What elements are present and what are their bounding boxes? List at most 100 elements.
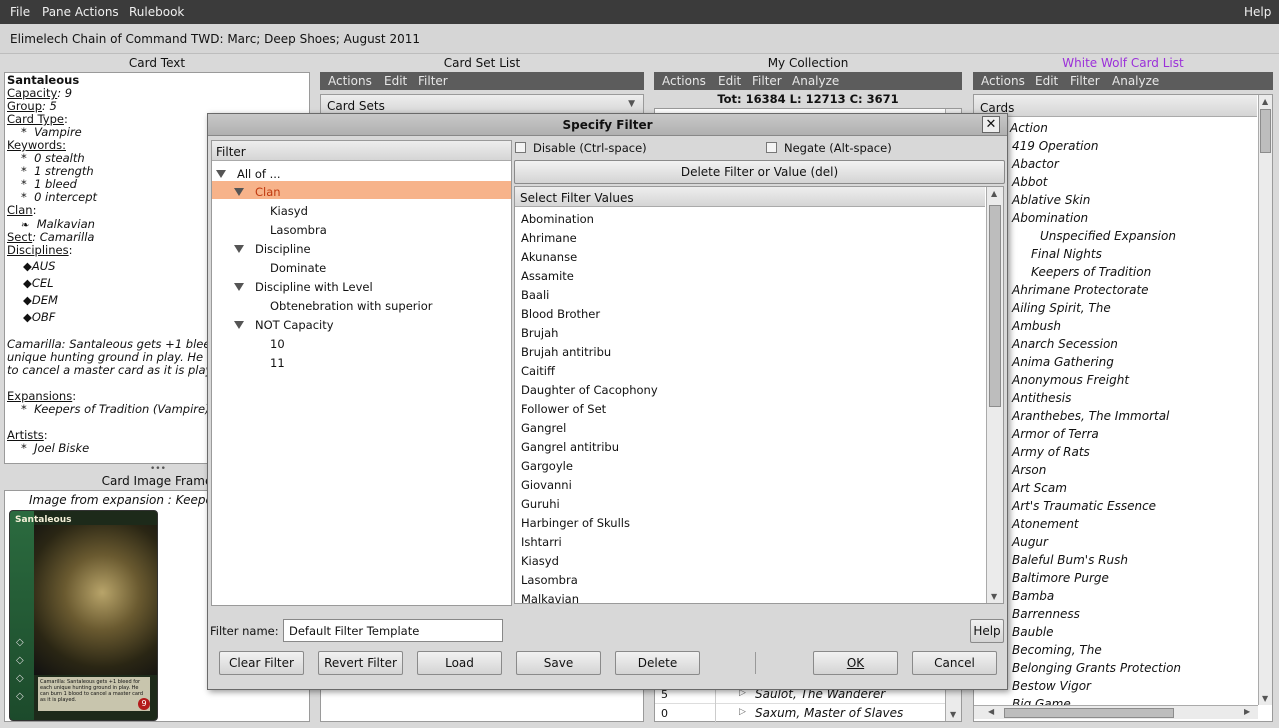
list-item[interactable]: Caitiff — [521, 364, 555, 378]
ww-actions-menu[interactable]: Actions — [981, 74, 1025, 88]
list-item[interactable]: Augur — [1012, 535, 1048, 549]
ww-card-list[interactable]: Cards Action 419 Operation Abactor Abbot Abl… — [973, 94, 1273, 722]
list-item[interactable]: Abactor — [1012, 157, 1059, 171]
list-item[interactable]: Baleful Bum's Rush — [1012, 553, 1128, 567]
card-set-edit-menu[interactable]: Edit — [384, 74, 407, 88]
list-item[interactable]: Anonymous Freight — [1012, 373, 1129, 387]
scroll-up-icon[interactable]: ▲ — [991, 189, 997, 198]
list-item[interactable]: Becoming, The — [1012, 643, 1102, 657]
splitter-handle[interactable]: ••• — [150, 464, 166, 474]
tree-item-value[interactable]: Kiasyd — [270, 204, 308, 218]
list-item[interactable]: Akunanse — [521, 250, 577, 264]
list-item[interactable]: Bestow Vigor — [1012, 679, 1091, 693]
ww-scrollbar-horizontal[interactable]: ◀ ▶ — [974, 705, 1258, 719]
ww-cards-header[interactable]: Cards — [974, 95, 1257, 117]
scroll-down-icon[interactable]: ▼ — [991, 592, 997, 601]
list-item[interactable]: Gargoyle — [521, 459, 573, 473]
list-item[interactable]: Bauble — [1012, 625, 1054, 639]
list-item[interactable]: Armor of Terra — [1012, 427, 1099, 441]
list-item[interactable]: Final Nights — [1031, 247, 1102, 261]
list-item[interactable]: Army of Rats — [1012, 445, 1090, 459]
expanded-triangle-icon[interactable] — [216, 170, 226, 178]
list-item[interactable]: Barrenness — [1012, 607, 1080, 621]
tree-item-value[interactable]: Obtenebration with superior — [270, 299, 432, 313]
card-set-actions-menu[interactable]: Actions — [328, 74, 372, 88]
collection-analyze-menu[interactable]: Analyze — [792, 74, 839, 88]
list-item[interactable]: Malkavian — [521, 592, 579, 603]
filter-values-scrollbar[interactable]: ▲ ▼ — [986, 187, 1003, 603]
menu-help[interactable]: Help — [1244, 5, 1271, 19]
tree-item-all-of[interactable]: All of ... — [216, 167, 281, 181]
expanded-triangle-icon[interactable] — [234, 245, 244, 253]
list-item[interactable]: Atonement — [1012, 517, 1079, 531]
list-item[interactable]: Daughter of Cacophony — [521, 383, 658, 397]
ww-edit-menu[interactable]: Edit — [1035, 74, 1058, 88]
list-item[interactable]: Assamite — [521, 269, 574, 283]
cancel-button[interactable]: Cancel — [912, 651, 997, 675]
ww-analyze-menu[interactable]: Analyze — [1112, 74, 1159, 88]
list-item[interactable]: Brujah — [521, 326, 558, 340]
list-item[interactable]: Abomination — [521, 212, 594, 226]
list-item[interactable]: Anima Gathering — [1012, 355, 1114, 369]
tree-item-value[interactable]: Lasombra — [270, 223, 327, 237]
list-item[interactable]: Ailing Spirit, The — [1012, 301, 1111, 315]
filter-values-list[interactable]: Select Filter Values Abomination Ahrimane… — [514, 186, 1004, 604]
scroll-down-icon[interactable]: ▼ — [1262, 694, 1268, 703]
list-item[interactable]: Harbinger of Skulls — [521, 516, 630, 530]
scroll-up-icon[interactable]: ▲ — [1262, 97, 1268, 106]
menu-pane-actions[interactable]: Pane Actions — [42, 5, 119, 19]
ok-button[interactable]: OK — [813, 651, 898, 675]
list-item[interactable]: Action — [1010, 121, 1048, 135]
list-item[interactable]: Keepers of Tradition — [1031, 265, 1151, 279]
list-item[interactable]: Gangrel — [521, 421, 566, 435]
list-item[interactable]: Guruhi — [521, 497, 560, 511]
delete-button[interactable]: Delete — [615, 651, 700, 675]
list-item[interactable]: Ahrimane Protectorate — [1012, 283, 1149, 297]
clear-filter-button[interactable]: Clear Filter — [219, 651, 304, 675]
ww-filter-menu[interactable]: Filter — [1070, 74, 1100, 88]
filter-tree[interactable]: Filter All of ... Clan Kiasyd Lasombra D… — [211, 140, 512, 606]
tree-item-value[interactable]: 11 — [270, 356, 285, 370]
negate-checkbox[interactable] — [766, 142, 777, 153]
list-item[interactable]: Lasombra — [521, 573, 578, 587]
revert-filter-button[interactable]: Revert Filter — [318, 651, 403, 675]
collection-filter-menu[interactable]: Filter — [752, 74, 782, 88]
expanded-triangle-icon[interactable] — [234, 321, 244, 329]
list-item[interactable]: Follower of Set — [521, 402, 606, 416]
card-set-filter-menu[interactable]: Filter — [418, 74, 448, 88]
filter-tree-header[interactable]: Filter — [212, 141, 511, 161]
list-item[interactable]: Ahrimane — [521, 231, 577, 245]
list-item[interactable]: 419 Operation — [1012, 139, 1098, 153]
list-item[interactable]: Ishtarri — [521, 535, 562, 549]
ww-hscroll-thumb[interactable] — [1004, 708, 1174, 718]
collection-edit-menu[interactable]: Edit — [718, 74, 741, 88]
tree-item-discipline[interactable]: Discipline — [234, 242, 311, 256]
list-item[interactable]: Bamba — [1012, 589, 1054, 603]
menu-rulebook[interactable]: Rulebook — [129, 5, 184, 19]
tree-item-clan[interactable]: Clan — [234, 185, 281, 199]
list-item[interactable]: Aranthebes, The Immortal — [1012, 409, 1169, 423]
tree-item-value[interactable]: Dominate — [270, 261, 326, 275]
load-button[interactable]: Load — [417, 651, 502, 675]
save-button[interactable]: Save — [516, 651, 601, 675]
tree-item-value[interactable]: 10 — [270, 337, 285, 351]
expanded-triangle-icon[interactable] — [234, 283, 244, 291]
list-item[interactable]: Arson — [1012, 463, 1046, 477]
list-item[interactable]: Anarch Secession — [1012, 337, 1118, 351]
tree-item-discipline-with-level[interactable]: Discipline with Level — [234, 280, 373, 294]
list-item[interactable]: Abbot — [1012, 175, 1048, 189]
list-item[interactable]: Kiasyd — [521, 554, 559, 568]
dialog-title-bar[interactable]: Specify Filter — [208, 114, 1007, 136]
filter-values-scroll-thumb[interactable] — [989, 205, 1001, 407]
list-item[interactable]: Gangrel antitribu — [521, 440, 619, 454]
filter-values-header[interactable]: Select Filter Values — [515, 187, 985, 207]
expanded-triangle-icon[interactable] — [234, 188, 244, 196]
disable-checkbox[interactable] — [515, 142, 526, 153]
list-item[interactable]: Abomination — [1012, 211, 1088, 225]
collection-actions-menu[interactable]: Actions — [662, 74, 706, 88]
tree-item-not-capacity[interactable]: NOT Capacity — [234, 318, 334, 332]
list-item[interactable]: Baltimore Purge — [1012, 571, 1109, 585]
scroll-down-icon[interactable]: ▼ — [950, 710, 956, 719]
filter-name-input[interactable]: Default Filter Template — [283, 619, 503, 642]
card-sets-header[interactable]: Card Sets ▼ — [321, 95, 643, 115]
